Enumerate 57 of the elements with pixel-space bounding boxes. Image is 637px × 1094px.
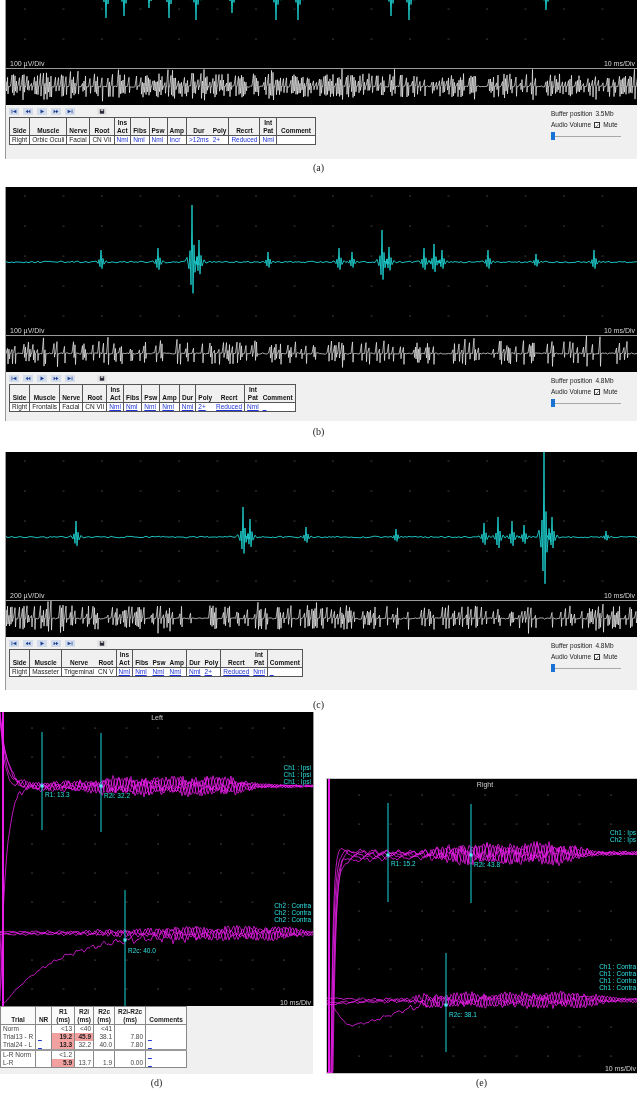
save-button[interactable] (97, 375, 107, 382)
play-button[interactable] (37, 640, 47, 647)
floppy-disk-icon (99, 641, 105, 646)
floppy-disk-icon (99, 109, 105, 114)
slider-thumb[interactable] (551, 132, 555, 140)
save-button[interactable] (97, 640, 107, 647)
skip-forward-icon (67, 109, 73, 114)
cursor-marker-icon (40, 784, 44, 788)
cursor-marker-icon (469, 853, 473, 857)
checkmark-icon (595, 389, 600, 395)
figure-caption: (d) (150, 1077, 163, 1090)
mute-checkbox[interactable] (594, 654, 601, 660)
skip-forward-button[interactable] (65, 375, 75, 382)
slider-thumb[interactable] (551, 399, 555, 407)
checkmark-icon (595, 122, 600, 128)
skip-forward-icon (67, 641, 73, 646)
fast-forward-button[interactable] (51, 108, 61, 115)
rewind-icon (25, 109, 31, 114)
rewind-button[interactable] (23, 108, 33, 115)
play-icon (39, 641, 45, 646)
mute-checkbox[interactable] (594, 389, 601, 395)
play-icon (39, 109, 45, 114)
fast-forward-button[interactable] (51, 640, 61, 647)
rewind-button[interactable] (23, 375, 33, 382)
fast-forward-icon (53, 641, 59, 646)
figure-caption: (c) (312, 699, 325, 711)
play-button[interactable] (37, 375, 47, 382)
figure-caption: (a) (312, 162, 325, 174)
skip-back-button[interactable] (9, 108, 19, 115)
play-icon (39, 376, 45, 381)
skip-back-icon (11, 376, 17, 381)
skip-back-icon (11, 641, 17, 646)
fast-forward-button[interactable] (51, 375, 61, 382)
fast-forward-icon (53, 109, 59, 114)
rewind-button[interactable] (23, 640, 33, 647)
skip-forward-button[interactable] (65, 640, 75, 647)
fast-forward-icon (53, 376, 59, 381)
figure-caption: (b) (312, 426, 325, 438)
figure-caption: (e) (475, 1077, 488, 1090)
save-button[interactable] (97, 108, 107, 115)
rewind-icon (25, 376, 31, 381)
skip-forward-icon (67, 376, 73, 381)
mute-checkbox[interactable] (594, 122, 601, 128)
cursor-marker-icon (123, 938, 127, 942)
floppy-disk-icon (99, 376, 105, 381)
cursor-marker-icon (386, 853, 390, 857)
checkmark-icon (595, 654, 600, 660)
skip-forward-button[interactable] (65, 108, 75, 115)
slider-thumb[interactable] (551, 664, 555, 672)
skip-back-icon (11, 109, 17, 114)
skip-back-button[interactable] (9, 640, 19, 647)
rewind-icon (25, 641, 31, 646)
skip-back-button[interactable] (9, 375, 19, 382)
comment-field[interactable] (276, 135, 316, 145)
play-button[interactable] (37, 108, 47, 115)
cursor-marker-icon (99, 784, 103, 788)
cursor-marker-icon (444, 1003, 448, 1007)
